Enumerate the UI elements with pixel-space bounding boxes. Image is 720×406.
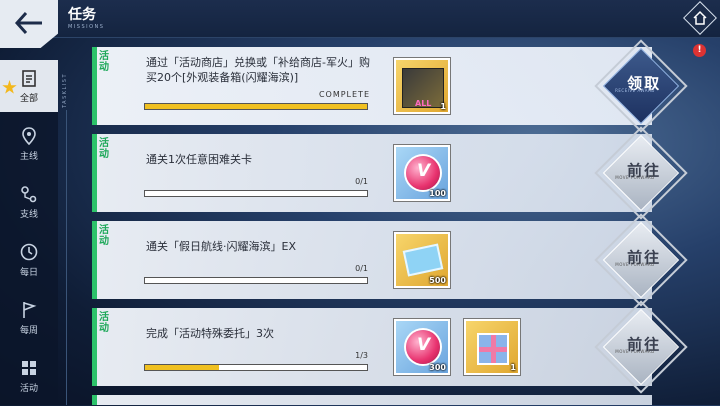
progress-bar: [144, 190, 368, 197]
route-icon: [21, 186, 37, 203]
sidebar-item-weekly[interactable]: 每周: [0, 292, 58, 348]
ticket-icon: [402, 243, 444, 277]
sidebar-item-label: 每日: [19, 268, 38, 278]
grid-icon: [22, 361, 36, 375]
task-status: COMPLETE: [318, 90, 370, 99]
sidebar-item-label: 活动: [19, 384, 38, 394]
task-card: 活动 通关「假日航线·闪耀海滨」EX 0/1 500: [92, 221, 652, 299]
progress-fill: [145, 365, 219, 370]
clock-icon: [20, 243, 38, 261]
reward-item[interactable]: V 300: [394, 319, 450, 375]
task-card: 活动 完成「活动特殊委托」3次 1/3 V 300 1: [92, 308, 652, 386]
progress-bar: [144, 277, 368, 284]
home-icon: [693, 10, 707, 25]
task-category: 活动: [99, 225, 109, 247]
category-strip: [92, 308, 97, 386]
sidebar: 全部 主线 支线 每日 每周 活动: [0, 60, 58, 405]
gem-letter: V: [417, 335, 431, 355]
gem-letter: V: [417, 161, 431, 181]
category-strip: [92, 134, 97, 212]
reward-count: 1: [510, 363, 516, 372]
reward-item[interactable]: V 100: [394, 145, 450, 201]
progress-fill: [145, 104, 367, 109]
sidebar-item-label: 全部: [19, 94, 38, 104]
arrow-left-icon: [14, 11, 42, 35]
gift-box-icon: [477, 333, 509, 365]
action-sublabel: MOVE FORWARD: [615, 262, 655, 268]
task-card-partial: [92, 395, 652, 405]
task-description: 通关1次任意困难关卡: [146, 153, 252, 166]
task-description: 通关「假日航线·闪耀海滨」EX: [146, 240, 296, 253]
task-description: 通过「活动商店」兑换或「补给商店-军火」购买20个[外观装备箱(闪耀海滨)]: [146, 56, 370, 84]
task-category: 活动: [99, 138, 109, 160]
sidebar-item-all[interactable]: 全部: [0, 60, 58, 112]
reward-item[interactable]: 1: [464, 319, 520, 375]
task-status: 0/1: [355, 177, 368, 186]
reward-count: 300: [429, 363, 446, 372]
top-bar: [0, 0, 720, 38]
page-title: 任务: [68, 7, 96, 23]
tasklist-label: TASKLIST: [62, 72, 68, 108]
action-sublabel: MOVE FORWARD: [615, 349, 655, 355]
progress-bar: [144, 103, 368, 110]
sidebar-item-side[interactable]: 支线: [0, 176, 58, 232]
page-subtitle: MISSIONS: [68, 24, 105, 30]
divider: [66, 110, 67, 405]
task-status: 1/3: [355, 351, 368, 360]
action-sublabel: MOVE FORWARD: [615, 175, 655, 181]
sidebar-item-label: 每周: [19, 326, 38, 336]
category-strip: [92, 395, 97, 405]
star-icon: [2, 80, 17, 94]
task-category: 活动: [99, 51, 109, 73]
map-pin-icon: [22, 127, 36, 146]
task-category: 活动: [99, 312, 109, 334]
category-strip: [92, 221, 97, 299]
sidebar-item-event[interactable]: 活动: [0, 350, 58, 406]
flag-icon: [23, 302, 37, 318]
clipboard-icon: [22, 70, 36, 87]
reward-item[interactable]: ALL 1: [394, 58, 450, 114]
task-description: 完成「活动特殊委托」3次: [146, 327, 274, 340]
reward-count: 1: [440, 102, 446, 111]
equipment-box-icon: ALL: [402, 68, 444, 108]
sidebar-item-main[interactable]: 主线: [0, 118, 58, 174]
reward-count: 500: [429, 276, 446, 285]
category-strip: [92, 47, 97, 125]
action-sublabel: RECEIVE AWARD: [615, 88, 655, 94]
reward-count: 100: [429, 189, 446, 198]
alert-badge: !: [693, 44, 706, 57]
sidebar-item-daily[interactable]: 每日: [0, 234, 58, 290]
task-status: 0/1: [355, 264, 368, 273]
sidebar-item-label: 主线: [19, 152, 38, 162]
sidebar-item-label: 支线: [19, 210, 38, 220]
task-card: 活动 通关1次任意困难关卡 0/1 V 100: [92, 134, 652, 212]
task-card: 活动 通过「活动商店」兑换或「补给商店-军火」购买20个[外观装备箱(闪耀海滨)…: [92, 47, 652, 125]
reward-item[interactable]: 500: [394, 232, 450, 288]
back-button[interactable]: [0, 0, 58, 48]
progress-bar: [144, 364, 368, 371]
